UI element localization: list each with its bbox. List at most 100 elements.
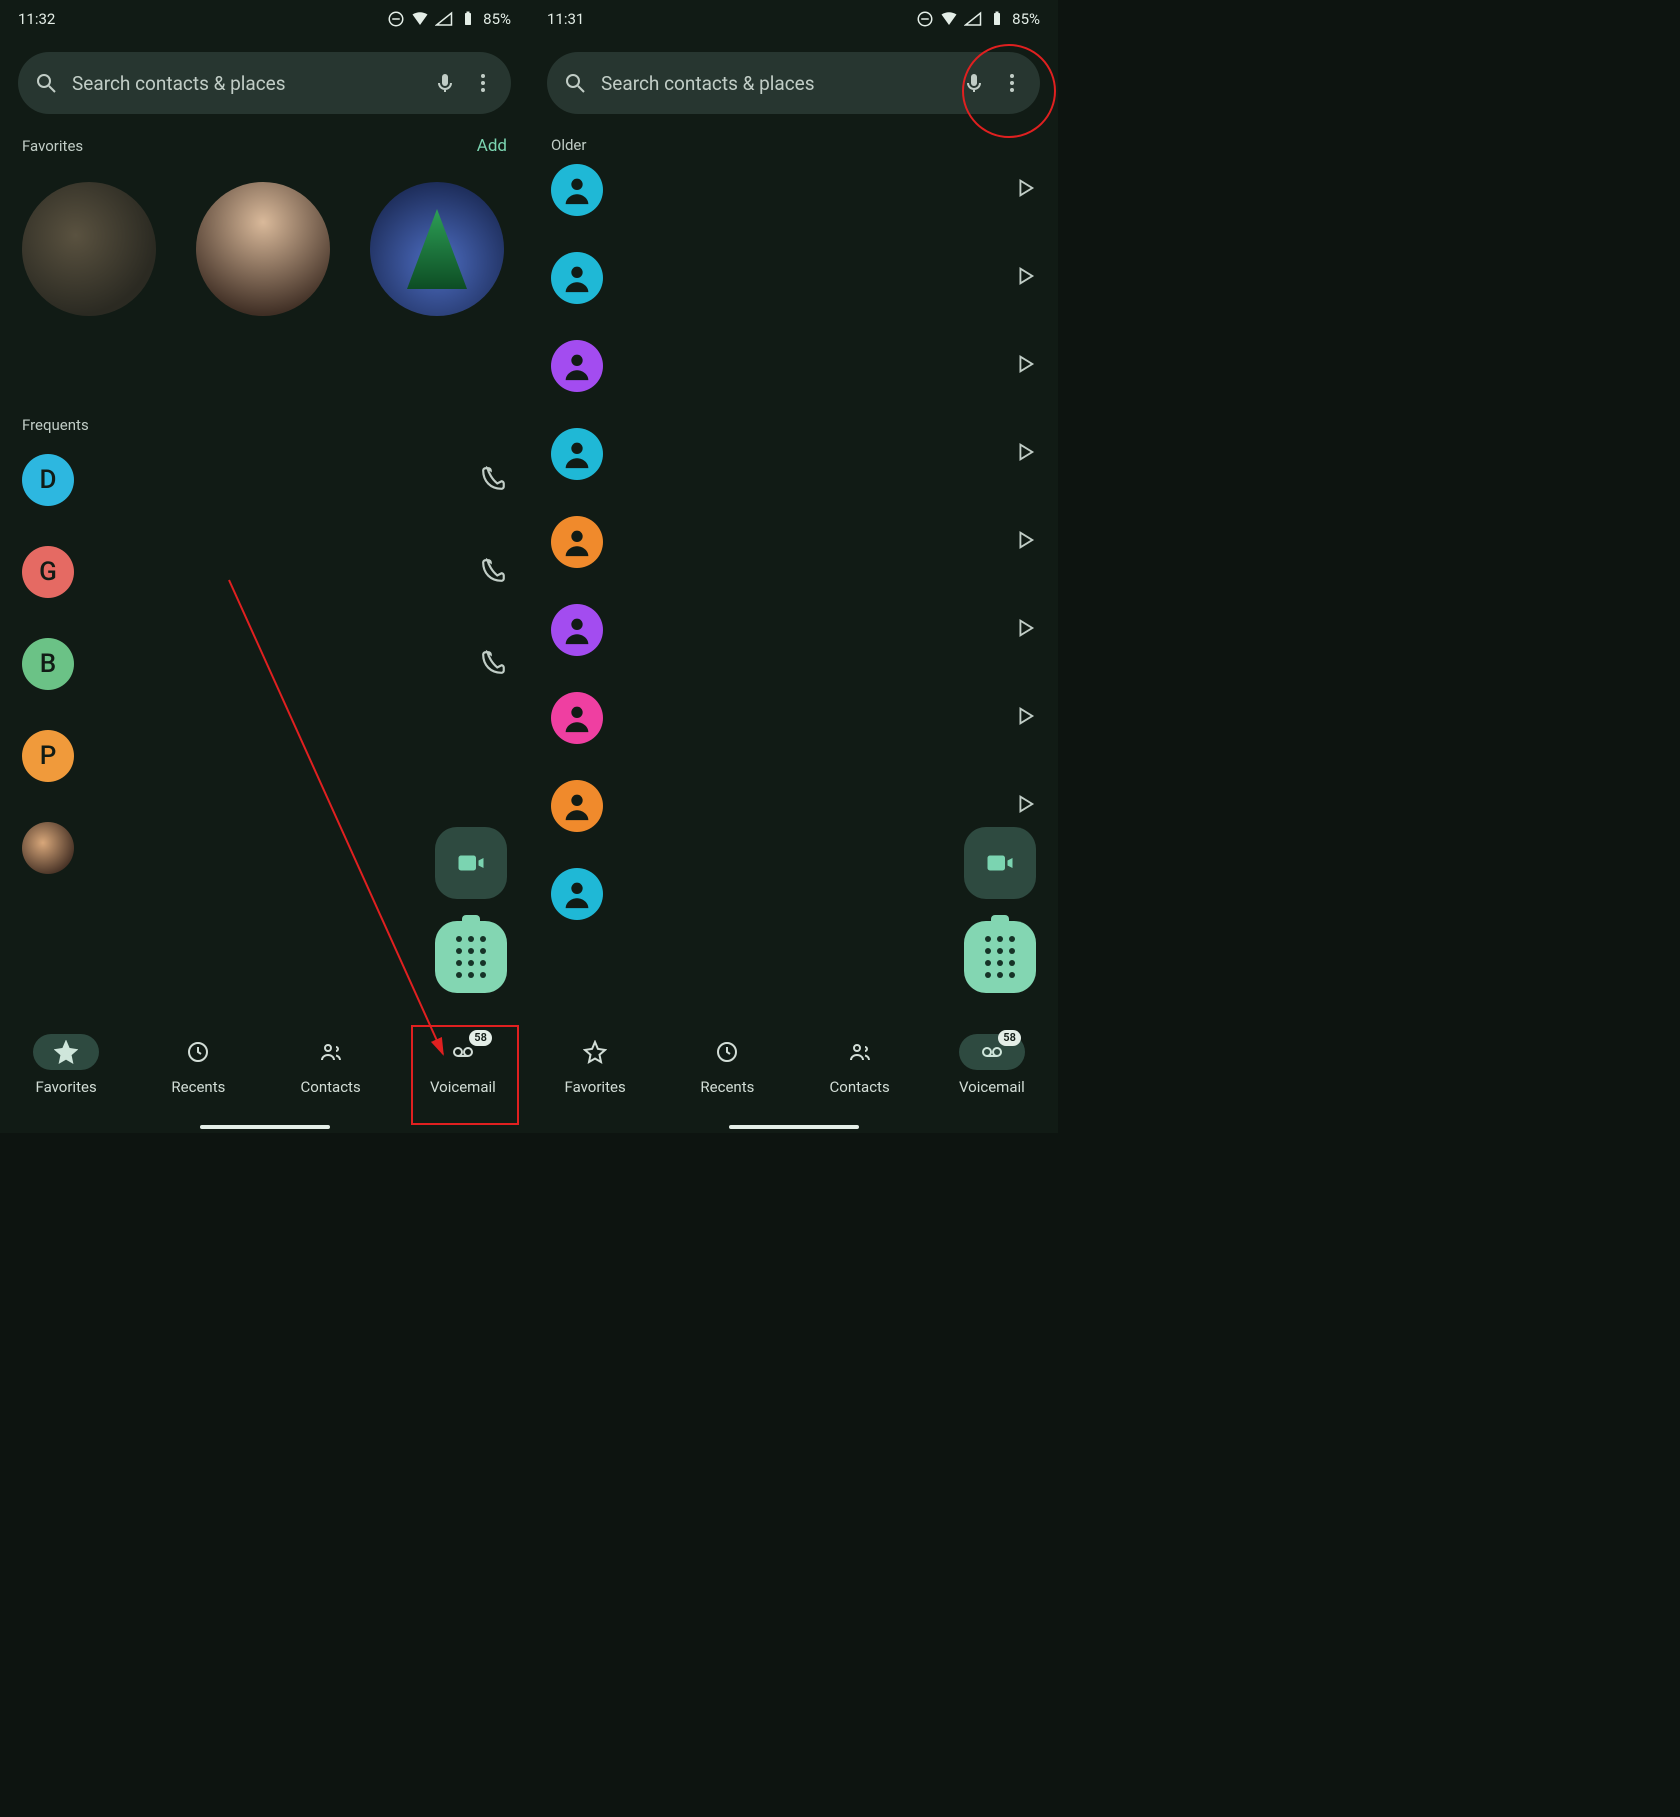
frequent-contact[interactable]: D [22, 454, 507, 506]
nav-label: Favorites [565, 1078, 626, 1096]
frequents-list: D G B P [0, 434, 529, 874]
nav-voicemail[interactable]: 58 Voicemail [430, 1034, 496, 1096]
frequent-contact[interactable]: P [22, 730, 507, 782]
voicemail-item[interactable] [551, 692, 1036, 744]
bottom-nav: Favorites Recents Contacts 58 Voicemail [529, 1015, 1058, 1133]
mic-icon[interactable] [433, 71, 457, 95]
play-button[interactable] [1014, 705, 1036, 731]
wifi-icon [940, 10, 958, 28]
contact-avatar [551, 516, 603, 568]
clock-icon [186, 1040, 210, 1064]
signal-icon [964, 10, 982, 28]
voicemail-item[interactable] [551, 252, 1036, 304]
home-indicator[interactable] [729, 1125, 859, 1129]
play-button[interactable] [1014, 617, 1036, 643]
contact-avatar [551, 428, 603, 480]
frequents-heading: Frequents [22, 416, 89, 434]
video-call-fab[interactable] [964, 827, 1036, 899]
contact-avatar [551, 868, 603, 920]
play-button[interactable] [1014, 353, 1036, 379]
search-placeholder: Search contacts & places [601, 72, 948, 95]
play-button[interactable] [1014, 441, 1036, 467]
older-heading: Older [551, 136, 586, 154]
dnd-icon [916, 10, 934, 28]
dialpad-fab[interactable] [964, 921, 1036, 993]
phone-screen-favorites: 11:32 85% Search contacts & places Favor… [0, 0, 529, 1133]
clock-icon [715, 1040, 739, 1064]
search-bar[interactable]: Search contacts & places [547, 52, 1040, 114]
favorite-contact[interactable] [22, 182, 156, 316]
nav-favorites[interactable]: Favorites [562, 1034, 628, 1096]
wifi-icon [411, 10, 429, 28]
play-button[interactable] [1014, 529, 1036, 555]
contact-avatar: P [22, 730, 74, 782]
favorites-heading: Favorites [22, 137, 83, 155]
search-bar[interactable]: Search contacts & places [18, 52, 511, 114]
call-button[interactable] [481, 465, 507, 495]
contact-avatar [551, 340, 603, 392]
battery-percent: 85% [483, 10, 511, 28]
voicemail-item[interactable] [551, 428, 1036, 480]
nav-voicemail[interactable]: 58 Voicemail [959, 1034, 1025, 1096]
nav-recents[interactable]: Recents [165, 1034, 231, 1096]
more-icon[interactable] [1000, 71, 1024, 95]
play-button[interactable] [1014, 793, 1036, 819]
mic-icon[interactable] [962, 71, 986, 95]
call-button[interactable] [481, 557, 507, 587]
frequent-contact[interactable]: B [22, 638, 507, 690]
nav-contacts[interactable]: Contacts [827, 1034, 893, 1096]
voicemail-item[interactable] [551, 516, 1036, 568]
dnd-icon [387, 10, 405, 28]
search-icon [563, 71, 587, 95]
contact-avatar [551, 692, 603, 744]
phone-screen-voicemail: 11:31 85% Search contacts & places Older [529, 0, 1058, 1133]
more-icon[interactable] [471, 71, 495, 95]
bottom-nav: Favorites Recents Contacts 58 Voicemail [0, 1015, 529, 1133]
status-time: 11:32 [18, 10, 55, 28]
favorite-contact[interactable] [196, 182, 330, 316]
voicemail-badge: 58 [998, 1030, 1021, 1046]
add-favorite-button[interactable]: Add [477, 136, 507, 156]
search-placeholder: Search contacts & places [72, 72, 419, 95]
contact-avatar [551, 780, 603, 832]
voicemail-item[interactable] [551, 164, 1036, 216]
contact-avatar: G [22, 546, 74, 598]
contact-avatar: D [22, 454, 74, 506]
search-icon [34, 71, 58, 95]
dialpad-fab[interactable] [435, 921, 507, 993]
nav-label: Contacts [830, 1078, 890, 1096]
frequent-contact[interactable]: G [22, 546, 507, 598]
status-time: 11:31 [547, 10, 584, 28]
star-icon [54, 1040, 78, 1064]
voicemail-list [529, 154, 1058, 920]
video-call-fab[interactable] [435, 827, 507, 899]
nav-label: Recents [700, 1078, 754, 1096]
people-icon [319, 1040, 343, 1064]
nav-label: Voicemail [959, 1078, 1025, 1096]
people-icon [848, 1040, 872, 1064]
voicemail-item[interactable] [551, 604, 1036, 656]
nav-label: Voicemail [430, 1078, 496, 1096]
voicemail-badge: 58 [469, 1030, 492, 1046]
voicemail-item[interactable] [551, 340, 1036, 392]
nav-label: Contacts [301, 1078, 361, 1096]
contact-avatar [551, 164, 603, 216]
favorite-contact[interactable] [370, 182, 504, 316]
contact-avatar [551, 252, 603, 304]
contact-avatar [22, 822, 74, 874]
status-bar: 11:31 85% [529, 0, 1058, 38]
voicemail-item[interactable] [551, 780, 1036, 832]
home-indicator[interactable] [200, 1125, 330, 1129]
battery-icon [459, 10, 477, 28]
nav-contacts[interactable]: Contacts [298, 1034, 364, 1096]
nav-recents[interactable]: Recents [694, 1034, 760, 1096]
call-button[interactable] [481, 649, 507, 679]
play-button[interactable] [1014, 177, 1036, 203]
contact-avatar [551, 604, 603, 656]
play-button[interactable] [1014, 265, 1036, 291]
battery-icon [988, 10, 1006, 28]
nav-label: Recents [171, 1078, 225, 1096]
status-bar: 11:32 85% [0, 0, 529, 38]
nav-favorites[interactable]: Favorites [33, 1034, 99, 1096]
signal-icon [435, 10, 453, 28]
